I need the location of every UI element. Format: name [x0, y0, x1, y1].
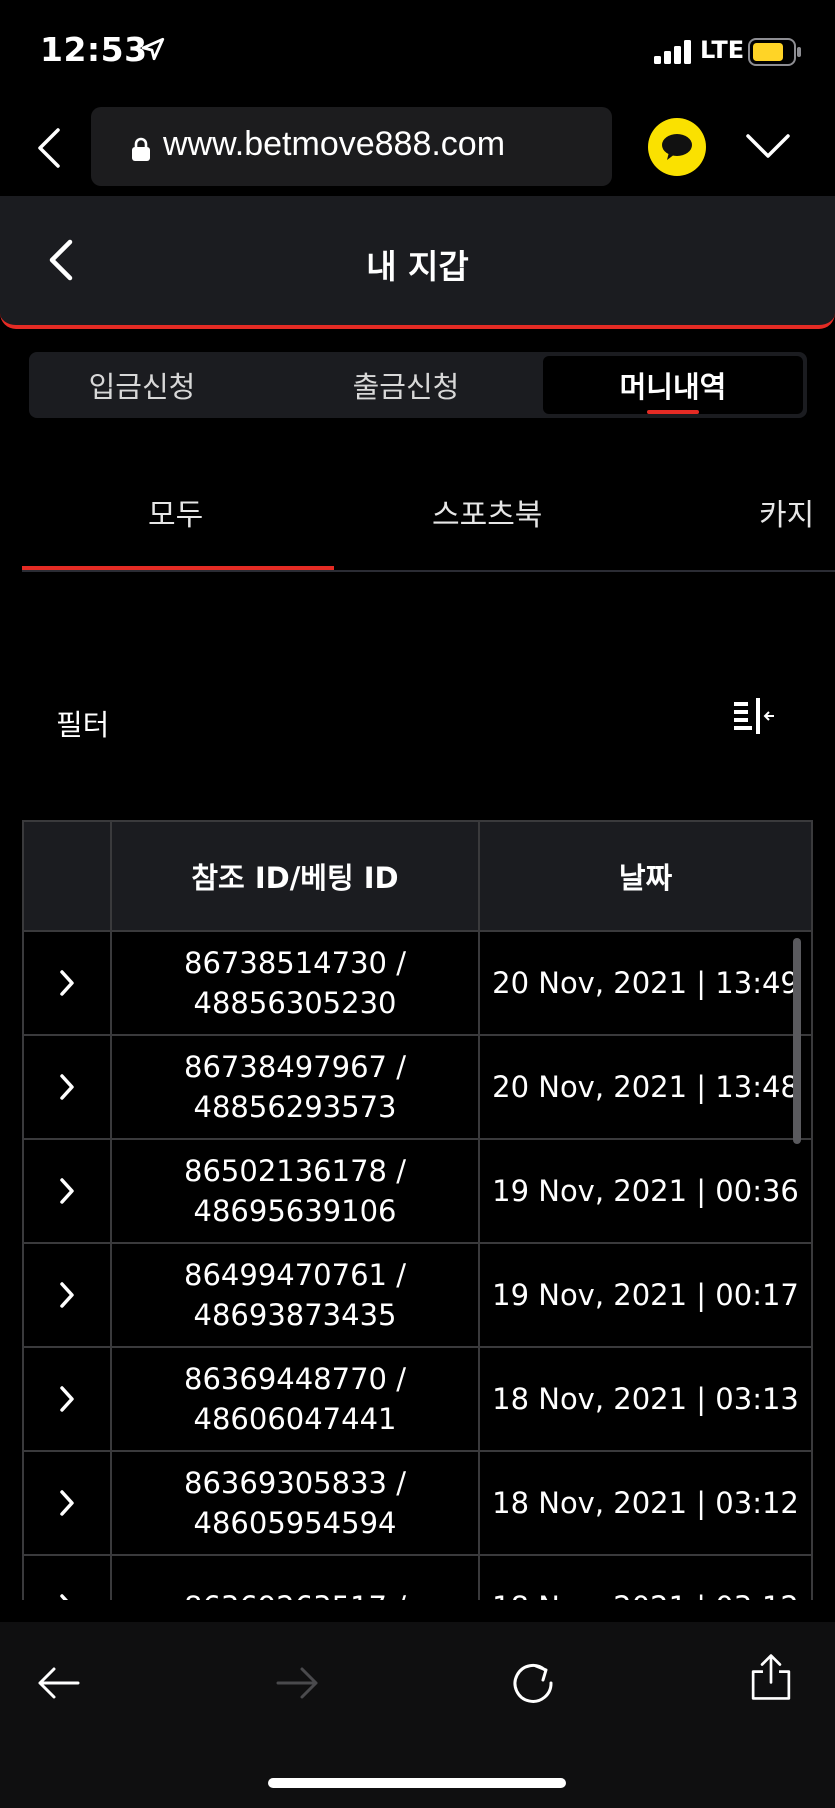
- active-tab-indicator: [22, 566, 334, 570]
- tab-deposit-request[interactable]: 입금신청: [29, 352, 255, 418]
- network-type: LTE: [700, 36, 745, 64]
- ref-id: 86738514730 /: [184, 946, 406, 980]
- chevron-right-icon: [60, 1282, 74, 1308]
- share-icon[interactable]: [746, 1652, 796, 1702]
- location-arrow-icon: [141, 37, 165, 61]
- ref-id-cell: 86369305833 / 48605954594: [112, 1452, 480, 1554]
- ref-id-cell: 86738497967 / 48856293573: [112, 1036, 480, 1138]
- tab-sportsbook[interactable]: 스포츠북: [432, 490, 542, 534]
- page-title: 내 지갑: [366, 247, 469, 286]
- ref-id: 86502136178 /: [184, 1154, 406, 1188]
- lock-icon: [132, 137, 150, 161]
- chevron-right-icon: [60, 1178, 74, 1204]
- bet-id: 48693873435: [193, 1298, 397, 1332]
- expand-button[interactable]: [24, 1348, 112, 1450]
- bet-id: 48605954594: [193, 1506, 397, 1540]
- browser-back-icon[interactable]: [34, 126, 64, 170]
- table-row[interactable]: 86502136178 / 48695639106 19 Nov, 2021 | …: [22, 1140, 813, 1244]
- expand-button[interactable]: [24, 1244, 112, 1346]
- category-tabs: 모두 스포츠북 카지: [22, 460, 835, 572]
- expand-button[interactable]: [24, 1556, 112, 1600]
- table-row[interactable]: 86738497967 / 48856293573 20 Nov, 2021 | …: [22, 1036, 813, 1140]
- table-scrollbar[interactable]: [793, 938, 801, 1144]
- date-cell: 19 Nov, 2021 | 00:36: [492, 1174, 799, 1208]
- chevron-right-icon: [60, 1386, 74, 1412]
- table-row[interactable]: 86499470761 / 48693873435 19 Nov, 2021 | …: [22, 1244, 813, 1348]
- date-column-header: 날짜: [618, 861, 673, 895]
- date-cell: 20 Nov, 2021 | 13:49: [492, 966, 799, 1000]
- browser-toolbar: [0, 1622, 835, 1808]
- ref-id: 86738497967 /: [184, 1050, 406, 1084]
- cellular-signal-icon: [654, 40, 691, 64]
- wallet-segment-tabs: 입금신청 출금신청 머니내역: [29, 352, 807, 418]
- chevron-right-icon: [60, 1594, 69, 1600]
- bet-id: 48856293573: [193, 1090, 397, 1124]
- expand-column-header: [24, 822, 112, 930]
- date-cell: 18 Nov, 2021 | 03:13: [492, 1382, 799, 1416]
- date-cell: 19 Nov, 2021 | 00:17: [492, 1278, 799, 1312]
- table-body: 86738514730 / 48856305230 20 Nov, 2021 | …: [22, 932, 813, 1600]
- ref-id-cell: 86502136178 / 48695639106: [112, 1140, 480, 1242]
- filter-label: 필터: [56, 708, 110, 742]
- table-header: 참조 ID/베팅 ID 날짜: [22, 820, 813, 932]
- ref-id-cell: 86738514730 / 48856305230: [112, 932, 480, 1034]
- bet-id: 48856305230: [193, 986, 397, 1020]
- ref-id-cell: 86369448770 / 48606047441: [112, 1348, 480, 1450]
- ref-id-cell: 86499470761 / 48693873435: [112, 1244, 480, 1346]
- ref-id: 86369263517 /: [184, 1587, 406, 1600]
- table-row[interactable]: 86369263517 / 18 Nov, 2021 | 03:12: [22, 1556, 813, 1600]
- tab-all[interactable]: 모두: [148, 490, 203, 534]
- reload-icon[interactable]: [508, 1658, 558, 1708]
- expand-button[interactable]: [24, 932, 112, 1034]
- bet-id: 48695639106: [193, 1194, 397, 1228]
- url-bar[interactable]: www.betmove888.com: [91, 107, 612, 186]
- status-bar: 12:53 LTE: [0, 0, 835, 100]
- ref-id-cell: 86369263517 /: [112, 1556, 480, 1600]
- table-row[interactable]: 86738514730 / 48856305230 20 Nov, 2021 | …: [22, 932, 813, 1036]
- forward-arrow-icon[interactable]: [272, 1658, 322, 1708]
- home-indicator: [268, 1778, 566, 1788]
- chevron-right-icon: [60, 1074, 74, 1100]
- ref-id: 86369448770 /: [184, 1362, 406, 1396]
- expand-button[interactable]: [24, 1140, 112, 1242]
- column-filter-icon[interactable]: [730, 696, 778, 740]
- expand-button[interactable]: [24, 1036, 112, 1138]
- bet-id: 48606047441: [193, 1402, 397, 1436]
- date-cell: 18 Nov, 2021 | 03:12: [492, 1486, 799, 1520]
- ref-id: 86369305833 /: [184, 1466, 406, 1500]
- tab-casino[interactable]: 카지: [759, 490, 814, 534]
- transaction-table: 참조 ID/베팅 ID 날짜 86738514730 / 48856305230 …: [22, 820, 813, 1600]
- kakaotalk-icon[interactable]: [648, 118, 706, 176]
- date-cell: 18 Nov, 2021 | 03:12: [480, 1556, 811, 1600]
- ref-id-column-header: 참조 ID/베팅 ID: [112, 822, 480, 930]
- tab-money-history[interactable]: 머니내역: [543, 356, 803, 414]
- table-row[interactable]: 86369305833 / 48605954594 18 Nov, 2021 | …: [22, 1452, 813, 1556]
- chevron-right-icon: [60, 1490, 74, 1516]
- table-row[interactable]: 86369448770 / 48606047441 18 Nov, 2021 | …: [22, 1348, 813, 1452]
- status-time: 12:53: [40, 30, 148, 69]
- chevron-down-icon[interactable]: [744, 130, 792, 162]
- app-header: 내 지갑: [0, 196, 835, 329]
- active-segment-underline: [647, 410, 699, 414]
- url-text: www.betmove888.com: [163, 125, 506, 163]
- tab-withdraw-request[interactable]: 출금신청: [293, 352, 519, 418]
- ref-id: 86499470761 /: [184, 1258, 406, 1292]
- date-cell: 20 Nov, 2021 | 13:48: [492, 1070, 799, 1104]
- battery-icon: [748, 38, 801, 66]
- expand-button[interactable]: [24, 1452, 112, 1554]
- back-arrow-icon[interactable]: [34, 1658, 84, 1708]
- chevron-right-icon: [60, 970, 74, 996]
